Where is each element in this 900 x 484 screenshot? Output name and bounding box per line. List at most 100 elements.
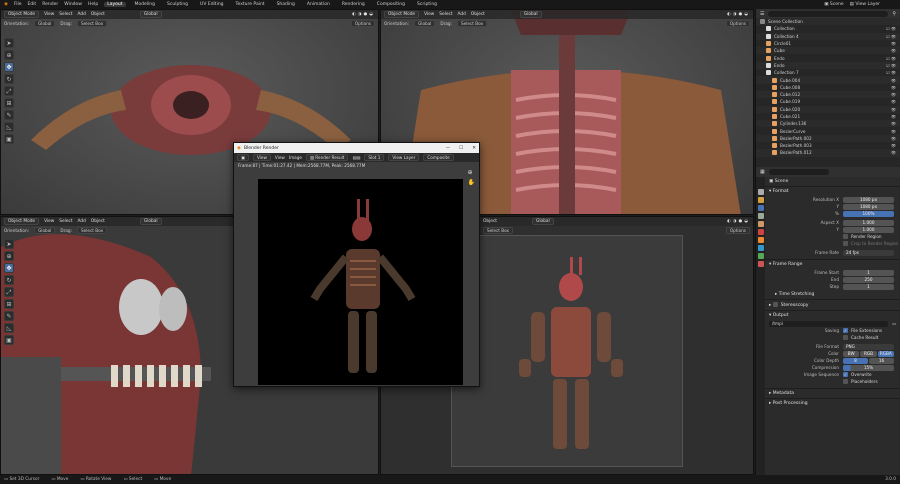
resolution-x-field[interactable]: 1080 px <box>843 196 894 203</box>
properties-editor-icon[interactable]: ▦ <box>760 169 765 175</box>
frame-start-field[interactable]: 1 <box>843 269 894 276</box>
view-layer-selector[interactable]: ▤ View Layer <box>850 2 900 7</box>
view-layer-tab-icon[interactable] <box>757 213 764 219</box>
menu-view[interactable]: View <box>275 155 285 160</box>
outliner-item[interactable]: Cube 👁 <box>756 47 900 55</box>
rotate-tool-icon[interactable]: ↻ <box>4 275 14 285</box>
outliner-item[interactable]: Cube.020 👁 <box>756 105 900 113</box>
frame-end-field[interactable]: 250 <box>843 276 894 283</box>
scene-selector[interactable]: ▣ Scene <box>824 2 843 7</box>
frame-step-field[interactable]: 1 <box>843 283 894 290</box>
outliner-item[interactable]: BezierCurve 👁 <box>756 127 900 134</box>
options-button[interactable]: Options <box>350 19 375 27</box>
format-section-header[interactable]: ▾ Format <box>765 186 900 196</box>
measure-tool-icon[interactable]: ◺ <box>4 323 14 333</box>
visibility-icon[interactable]: 👁 <box>891 85 896 90</box>
tab-modeling[interactable]: Modeling <box>132 2 158 7</box>
select-box-dropdown[interactable]: Select Box <box>77 226 108 234</box>
menu-file[interactable]: File <box>14 2 22 7</box>
time-stretching-section-header[interactable]: ▸ Time Stretching <box>765 290 900 299</box>
visibility-icon[interactable]: ☑ 👁 <box>886 34 896 39</box>
orientation-dropdown[interactable]: Global <box>34 19 56 27</box>
menu-select[interactable]: Select <box>59 219 72 224</box>
outliner-item[interactable]: Cube.008 👁 <box>756 84 900 91</box>
visibility-icon[interactable]: 👁 <box>891 92 896 97</box>
outliner-item[interactable]: Endo ☑ 👁 <box>756 61 900 70</box>
outliner-item[interactable]: Cube.004 👁 <box>756 76 900 84</box>
close-icon[interactable]: ✕ <box>472 146 476 151</box>
scene-tab-icon[interactable] <box>757 221 764 227</box>
select-tool-icon[interactable]: ➤ <box>4 239 14 249</box>
resolution-y-field[interactable]: 1080 px <box>843 203 894 210</box>
output-tab-icon[interactable] <box>757 205 764 211</box>
menu-add[interactable]: Add <box>78 219 86 224</box>
visibility-icon[interactable]: ☑ 👁 <box>886 70 896 75</box>
resolution-percent-field[interactable]: 100% <box>843 210 894 217</box>
visibility-icon[interactable]: ☑ 👁 <box>886 63 896 68</box>
shading-buttons[interactable]: ◐◑●◒ <box>727 219 750 224</box>
visibility-icon[interactable]: 👁 <box>891 136 896 141</box>
shading-buttons[interactable]: ◐◑●◒ <box>727 12 750 17</box>
tab-compositing[interactable]: Compositing <box>374 2 408 7</box>
outliner-item[interactable]: BezierPath.002 👁 <box>756 134 900 143</box>
modifier-tab-icon[interactable] <box>757 245 764 251</box>
mode-dropdown[interactable]: Object Mode <box>4 218 40 225</box>
tab-layout[interactable]: Layout <box>104 2 126 7</box>
menu-view[interactable]: View <box>44 12 54 17</box>
render-region-checkbox[interactable]: Render Region <box>843 234 900 240</box>
output-path-field[interactable]: /tmp\ <box>769 320 889 327</box>
outliner-item[interactable]: Cube.019 👁 <box>756 98 900 105</box>
menu-add[interactable]: Add <box>78 12 86 17</box>
visibility-icon[interactable]: 👁 <box>891 78 896 83</box>
outliner-item[interactable]: Cube.012 👁 <box>756 90 900 99</box>
menu-render[interactable]: Render <box>42 2 58 7</box>
visibility-icon[interactable]: ☑ 👁 <box>886 56 896 61</box>
render-window[interactable]: ◉ Blender Render — ☐ ✕ ▣ View View Image… <box>233 142 480 387</box>
scale-tool-icon[interactable]: ⤢ <box>4 287 14 297</box>
crop-region-checkbox[interactable]: Crop to Render Region <box>843 241 900 247</box>
visibility-icon[interactable]: 👁 <box>891 121 896 126</box>
pass-dropdown[interactable]: Composite <box>423 154 454 161</box>
outliner-item[interactable]: Cylinder.136 👁 <box>756 120 900 128</box>
tab-scripting[interactable]: Scripting <box>414 2 440 7</box>
stereoscopy-section-header[interactable]: ▸ Stereoscopy <box>765 299 900 310</box>
depth-16-button[interactable]: 16 <box>869 357 894 364</box>
add-cube-tool-icon[interactable]: ▣ <box>4 335 14 345</box>
annotate-tool-icon[interactable]: ✎ <box>4 311 14 321</box>
folder-icon[interactable]: ▭ <box>892 321 896 326</box>
mode-dropdown[interactable]: Object Mode <box>384 11 420 18</box>
outliner-editor-icon[interactable]: ☰ <box>760 11 764 17</box>
slot-dropdown[interactable]: Slot 1 <box>364 154 385 161</box>
tab-animation[interactable]: Animation <box>304 2 333 7</box>
visibility-icon[interactable]: 👁 <box>891 150 896 155</box>
pan-hand-icon[interactable]: ✋ <box>468 179 475 186</box>
file-format-dropdown[interactable]: PNG <box>843 343 894 350</box>
maximize-icon[interactable]: ☐ <box>459 146 463 151</box>
menu-object[interactable]: Object <box>91 12 105 17</box>
menu-image[interactable]: Image <box>289 155 302 160</box>
outliner-item-scene-collection[interactable]: Scene Collection <box>756 18 900 26</box>
transform-tool-icon[interactable]: ⊞ <box>4 299 14 309</box>
tab-shading[interactable]: Shading <box>274 2 298 7</box>
frame-rate-dropdown[interactable]: 24 fps <box>843 249 894 256</box>
menu-select[interactable]: Select <box>59 12 72 17</box>
material-tab-icon[interactable] <box>757 261 764 267</box>
visibility-icon[interactable]: 👁 <box>891 129 896 134</box>
outliner-item[interactable]: BezierPath.003 👁 <box>756 142 900 149</box>
visibility-icon[interactable]: 👁 <box>891 41 896 46</box>
measure-tool-icon[interactable]: ◺ <box>4 122 14 132</box>
menu-view[interactable]: View <box>44 219 54 224</box>
visibility-icon[interactable]: 👁 <box>891 48 896 53</box>
outliner-search-input[interactable] <box>768 10 889 17</box>
image-datablock[interactable]: ▧ Render Result <box>305 154 349 161</box>
transform-orientation-dropdown[interactable]: Global <box>532 218 554 225</box>
frame-range-section-header[interactable]: ▾ Frame Range <box>765 259 900 269</box>
select-box-dropdown[interactable]: Select Box <box>77 19 108 27</box>
menu-edit[interactable]: Edit <box>27 2 36 7</box>
menu-view[interactable]: View <box>424 12 434 17</box>
move-tool-icon[interactable]: ✥ <box>4 62 14 72</box>
post-processing-section-header[interactable]: ▸ Post Processing <box>765 398 900 408</box>
menu-object[interactable]: Object <box>91 219 105 224</box>
render-window-titlebar[interactable]: ◉ Blender Render — ☐ ✕ <box>234 143 479 153</box>
select-box-dropdown[interactable]: Select Box <box>457 19 488 27</box>
